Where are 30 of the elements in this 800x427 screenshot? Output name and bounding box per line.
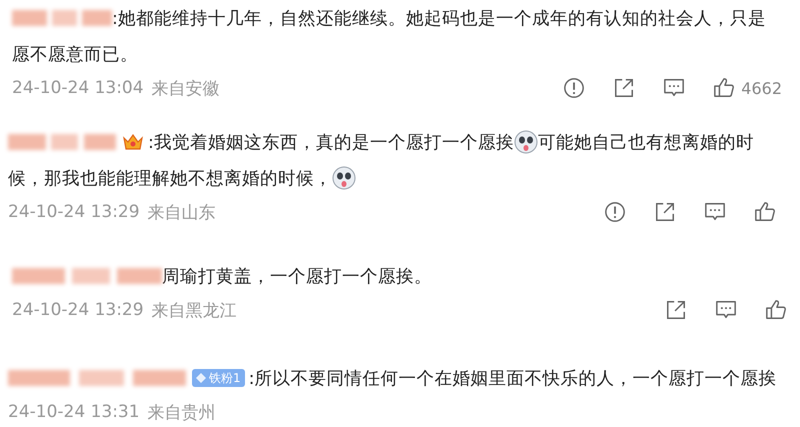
comment-text: 周瑜打黄盖，一个愿打一个愿挨。 — [162, 266, 432, 288]
comment-text: 愿不愿意而已。 — [12, 44, 138, 66]
fan-badge: 铁粉1 — [192, 369, 245, 387]
comment-location: 来自安徽 — [152, 78, 220, 100]
share-icon[interactable] — [665, 299, 687, 321]
comment-location: 来自贵州 — [148, 402, 216, 424]
comment-time: 24-10-24 13:04 — [12, 78, 144, 98]
comment-text: 候，那我也能能理解她不想离婚的时候， — [8, 168, 332, 190]
thumbs-up-icon[interactable] — [765, 299, 787, 321]
like-count: 4662 — [741, 78, 782, 98]
emoji-icon — [332, 166, 356, 190]
comment-time: 24-10-24 13:29 — [8, 202, 140, 222]
comment-text: :她都能维持十几年，自然还能继续。她起码也是一个成年的有认知的社会人，只是 — [112, 8, 766, 30]
comment-time: 24-10-24 13:31 — [8, 402, 140, 422]
report-icon[interactable] — [563, 77, 586, 99]
thumbs-up-icon[interactable] — [754, 201, 776, 223]
share-icon[interactable] — [613, 77, 636, 99]
comment-location: 来自山东 — [148, 202, 216, 224]
share-icon[interactable] — [654, 201, 676, 223]
report-icon[interactable] — [604, 201, 626, 223]
comment-location: 来自黑龙江 — [152, 300, 237, 322]
comment-text: :我觉着婚姻这东西，真的是一个愿打一个愿挨 — [148, 132, 514, 154]
comment-text: :所以不要同情任何一个在婚姻里面不快乐的人，一个愿打一个愿挨 — [248, 368, 777, 390]
thumbs-up-icon[interactable] — [713, 77, 736, 99]
comment-icon[interactable] — [704, 201, 726, 223]
comment-icon[interactable] — [663, 77, 686, 99]
comment-time: 24-10-24 13:29 — [12, 300, 144, 320]
comment-icon[interactable] — [715, 299, 737, 321]
emoji-icon — [514, 130, 538, 154]
comment-text: 可能她自己也有想离婚的时 — [538, 132, 754, 154]
